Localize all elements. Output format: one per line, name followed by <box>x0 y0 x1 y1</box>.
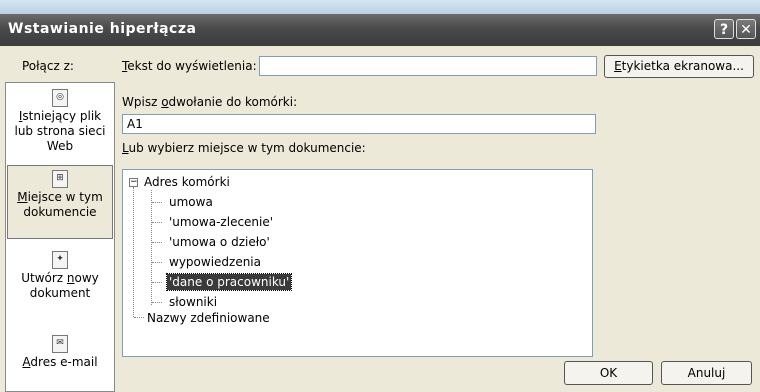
place-in-document-icon: ⊞ <box>52 170 68 188</box>
tree-node-sheet[interactable]: 'umowa-zlecenie' <box>169 214 273 230</box>
tree-node-sheet[interactable]: słowniki <box>169 294 217 310</box>
display-text-label: Tekst do wyświetlenia: <box>122 59 257 73</box>
tree-node-defined-names[interactable]: Nazwy zdefiniowane <box>147 310 270 326</box>
tree-node-sheet[interactable]: umowa <box>169 194 213 210</box>
place-list-label: Lub wybierz miejsce w tym dokumencie: <box>122 141 366 155</box>
tree-node-sheet[interactable]: 'umowa o dzieło' <box>169 234 270 250</box>
document-place-tree[interactable]: − Adres komórki umowa 'umowa-zlecenie' '… <box>122 169 593 357</box>
desktop-background <box>0 0 760 14</box>
display-text-input[interactable] <box>259 56 597 76</box>
link-to-panel: ◎ Istniejący plik lub strona sieci Web ⊞… <box>5 82 115 392</box>
cell-reference-input[interactable]: A1 <box>122 114 596 134</box>
tree-node-sheet[interactable]: wypowiedzenia <box>169 254 261 270</box>
new-document-icon: ✦ <box>52 251 68 269</box>
close-button[interactable]: ✕ <box>736 19 756 39</box>
screentip-button[interactable]: Etykietka ekranowa... <box>604 55 754 78</box>
title-bar[interactable]: Wstawianie hiperłącza ? ✕ <box>0 14 760 46</box>
link-to-label: Połącz z: <box>22 59 74 73</box>
nav-existing-file[interactable]: ◎ Istniejący plik lub strona sieci Web <box>6 89 114 154</box>
cell-reference-label: Wpisz odwołanie do komórki: <box>122 95 298 109</box>
email-icon: ✉ <box>52 335 68 353</box>
ok-button[interactable]: OK <box>564 361 653 385</box>
dialog-title: Wstawianie hiperłącza <box>8 21 197 37</box>
nav-email-address[interactable]: ✉ Adres e-mail <box>6 335 114 370</box>
collapse-expander-icon[interactable]: − <box>129 178 138 187</box>
tree-node-cell-address[interactable]: Adres komórki <box>144 174 230 190</box>
existing-file-icon: ◎ <box>52 89 68 107</box>
help-button[interactable]: ? <box>714 19 734 39</box>
nav-place-in-document[interactable]: ⊞ Miejsce w tym dokumencie <box>7 165 113 239</box>
tree-node-sheet-selected[interactable]: 'dane o pracowniku' <box>165 273 293 291</box>
cancel-button[interactable]: Anuluj <box>661 361 752 385</box>
insert-hyperlink-dialog: Wstawianie hiperłącza ? ✕ Połącz z: ◎ Is… <box>0 14 760 392</box>
nav-new-document[interactable]: ✦ Utwórz nowy dokument <box>6 251 114 301</box>
